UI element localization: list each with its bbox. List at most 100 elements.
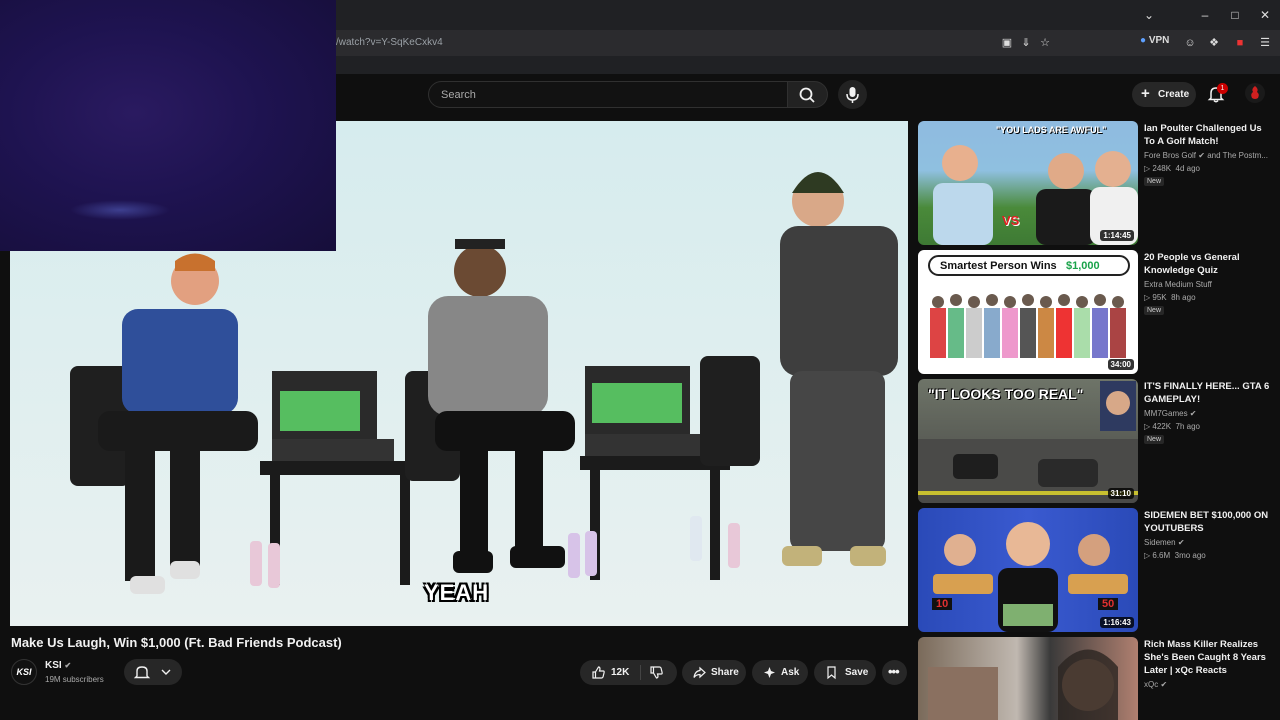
thumb-headline: Smartest Person Wins — [940, 260, 1057, 272]
account-logo-icon — [1251, 86, 1259, 99]
screen: ⌄ – □ ✕ /watch?v=Y-SqKeCxkv4 ▣ ⇓ ☆ ● VPN… — [0, 0, 1280, 720]
subscriber-count: 19M subscribers — [45, 675, 104, 684]
channel-name[interactable]: KSI ✔ — [45, 660, 71, 671]
channel-name-text[interactable]: KSI — [45, 660, 62, 671]
more-actions-button[interactable]: ••• — [882, 660, 907, 685]
ask-label: Ask — [781, 667, 800, 678]
related-stats: ▷ 422K 7h ago — [1144, 422, 1200, 431]
subscription-bell-button[interactable] — [124, 659, 182, 685]
save-label: Save — [845, 667, 869, 678]
related-channel[interactable]: MM7Games ✔ — [1144, 409, 1197, 418]
search-icon — [799, 87, 815, 103]
related-title[interactable]: SIDEMEN BET $100,000 ON YOUTUBERS — [1144, 509, 1272, 535]
related-thumbnail[interactable] — [918, 637, 1138, 720]
thumb-amount: $1,000 — [1066, 260, 1100, 272]
new-badge: New — [1144, 306, 1165, 315]
like-dislike-group: 12K — [580, 660, 677, 685]
save-button[interactable]: Save — [814, 660, 876, 685]
thumb-right-number: 50 — [1098, 598, 1119, 610]
ask-button[interactable]: Ask — [752, 660, 808, 685]
thumbnail-art — [933, 145, 1138, 245]
dislike-icon[interactable] — [649, 665, 664, 680]
related-title[interactable]: 20 People vs General Knowledge Quiz — [1144, 251, 1272, 277]
related-channel[interactable]: Sidemen ✔ — [1144, 538, 1185, 547]
tab-list-icon[interactable]: ⌄ — [1140, 6, 1158, 24]
duration-badge: 1:16:43 — [1100, 617, 1134, 628]
close-window-icon[interactable]: ✕ — [1256, 6, 1274, 24]
related-title[interactable]: IT'S FINALLY HERE... GTA 6 GAMEPLAY! — [1144, 380, 1272, 406]
create-label: Create — [1158, 89, 1190, 100]
new-badge: New — [1144, 177, 1165, 186]
thumb-left-number: 10 — [932, 598, 953, 610]
video-title: Make Us Laugh, Win $1,000 (Ft. Bad Frien… — [11, 635, 342, 650]
related-channel-name[interactable]: MM7Games — [1144, 409, 1188, 418]
extension-badge-icon[interactable]: ■ — [1232, 35, 1248, 51]
save-bookmark-icon — [827, 666, 836, 680]
related-age: 8h ago — [1171, 293, 1196, 302]
related-stats: ▷ 248K 4d ago — [1144, 164, 1200, 173]
browser-menu-icon[interactable]: ☰ — [1257, 35, 1273, 51]
vpn-button[interactable]: ● VPN — [1140, 35, 1169, 46]
share-button[interactable]: Share — [682, 660, 746, 685]
related-channel-name[interactable]: xQc — [1144, 680, 1158, 689]
related-thumbnail[interactable]: Smartest Person Wins $1,000 34:00 — [918, 250, 1138, 374]
thumbnail-art — [933, 522, 1128, 632]
related-channel-extra: and The Postm... — [1207, 151, 1268, 160]
extensions-icon[interactable]: ❖ — [1206, 35, 1222, 51]
related-age: 7h ago — [1175, 422, 1200, 431]
duration-badge: 1:14:45 — [1100, 230, 1134, 241]
like-count[interactable]: 12K — [611, 667, 629, 678]
related-thumbnail[interactable]: 10 50 1:16:43 — [918, 508, 1138, 632]
related-stats: ▷ 95K 8h ago — [1144, 293, 1196, 302]
download-icon[interactable]: ⇓ — [1018, 35, 1034, 51]
related-thumbnail[interactable]: "YOU LADS ARE AWFUL" VS 1:14:45 — [918, 121, 1138, 245]
thumbnail-art — [928, 649, 1118, 720]
related-channel-name[interactable]: Sidemen — [1144, 538, 1176, 547]
minimize-icon[interactable]: – — [1196, 6, 1214, 24]
verified-icon: ✔ — [1198, 151, 1205, 160]
share-label: Share — [711, 667, 739, 678]
related-stats: ▷ 6.6M 3mo ago — [1144, 551, 1206, 560]
search-placeholder: Search — [441, 89, 476, 101]
notification-count: 1 — [1217, 83, 1228, 94]
related-title[interactable]: Ian Poulter Challenged Us To A Golf Matc… — [1144, 122, 1272, 148]
related-views: 248K — [1152, 164, 1172, 173]
video-caption: YEAH — [424, 580, 490, 605]
like-icon[interactable] — [591, 665, 606, 680]
bookmark-star-icon[interactable]: ☆ — [1037, 35, 1053, 51]
url-text[interactable]: /watch?v=Y-SqKeCxkv4 — [336, 37, 443, 48]
account-avatar[interactable] — [1245, 83, 1265, 103]
related-views: 422K — [1152, 422, 1172, 431]
create-button[interactable]: + Create — [1132, 82, 1196, 107]
related-channel-name[interactable]: Fore Bros Golf — [1144, 151, 1196, 160]
related-thumbnail[interactable]: "IT LOOKS TOO REAL" 31:10 — [918, 379, 1138, 503]
thumb-headline: "IT LOOKS TOO REAL" — [928, 386, 1084, 402]
screenshot-icon[interactable]: ▣ — [999, 35, 1015, 51]
pill-divider — [640, 665, 641, 680]
thumb-headline: "YOU LADS ARE AWFUL" — [996, 125, 1107, 135]
duration-badge: 31:10 — [1107, 488, 1134, 499]
voice-search-button[interactable] — [838, 80, 867, 109]
overlay-glow — [70, 200, 170, 220]
channel-avatar[interactable]: KSI — [11, 659, 37, 685]
microphone-icon — [846, 87, 859, 103]
sparkle-icon — [764, 667, 775, 678]
verified-icon: ✔ — [1160, 680, 1168, 689]
related-title[interactable]: Rich Mass Killer Realizes She's Been Cau… — [1144, 638, 1272, 677]
related-views: 95K — [1152, 293, 1167, 302]
related-views: 6.6M — [1152, 551, 1171, 560]
verified-icon: ✔ — [1177, 538, 1185, 547]
webcam-overlay — [0, 0, 336, 251]
search-button[interactable] — [788, 81, 828, 108]
related-channel[interactable]: Fore Bros Golf ✔ and The Postm... — [1144, 151, 1268, 160]
related-channel[interactable]: Extra Medium Stuff — [1144, 280, 1212, 289]
related-channel[interactable]: xQc ✔ — [1144, 680, 1167, 689]
verified-icon: ✔ — [1189, 409, 1197, 418]
bell-dropdown-icon — [133, 666, 171, 679]
verified-icon: ✔ — [64, 661, 72, 670]
search-input[interactable]: Search — [428, 81, 788, 108]
thumb-vs: VS — [1002, 213, 1020, 228]
profile-icon[interactable]: ☺ — [1182, 35, 1198, 51]
maximize-icon[interactable]: □ — [1226, 6, 1244, 24]
plus-icon: + — [1141, 85, 1150, 102]
